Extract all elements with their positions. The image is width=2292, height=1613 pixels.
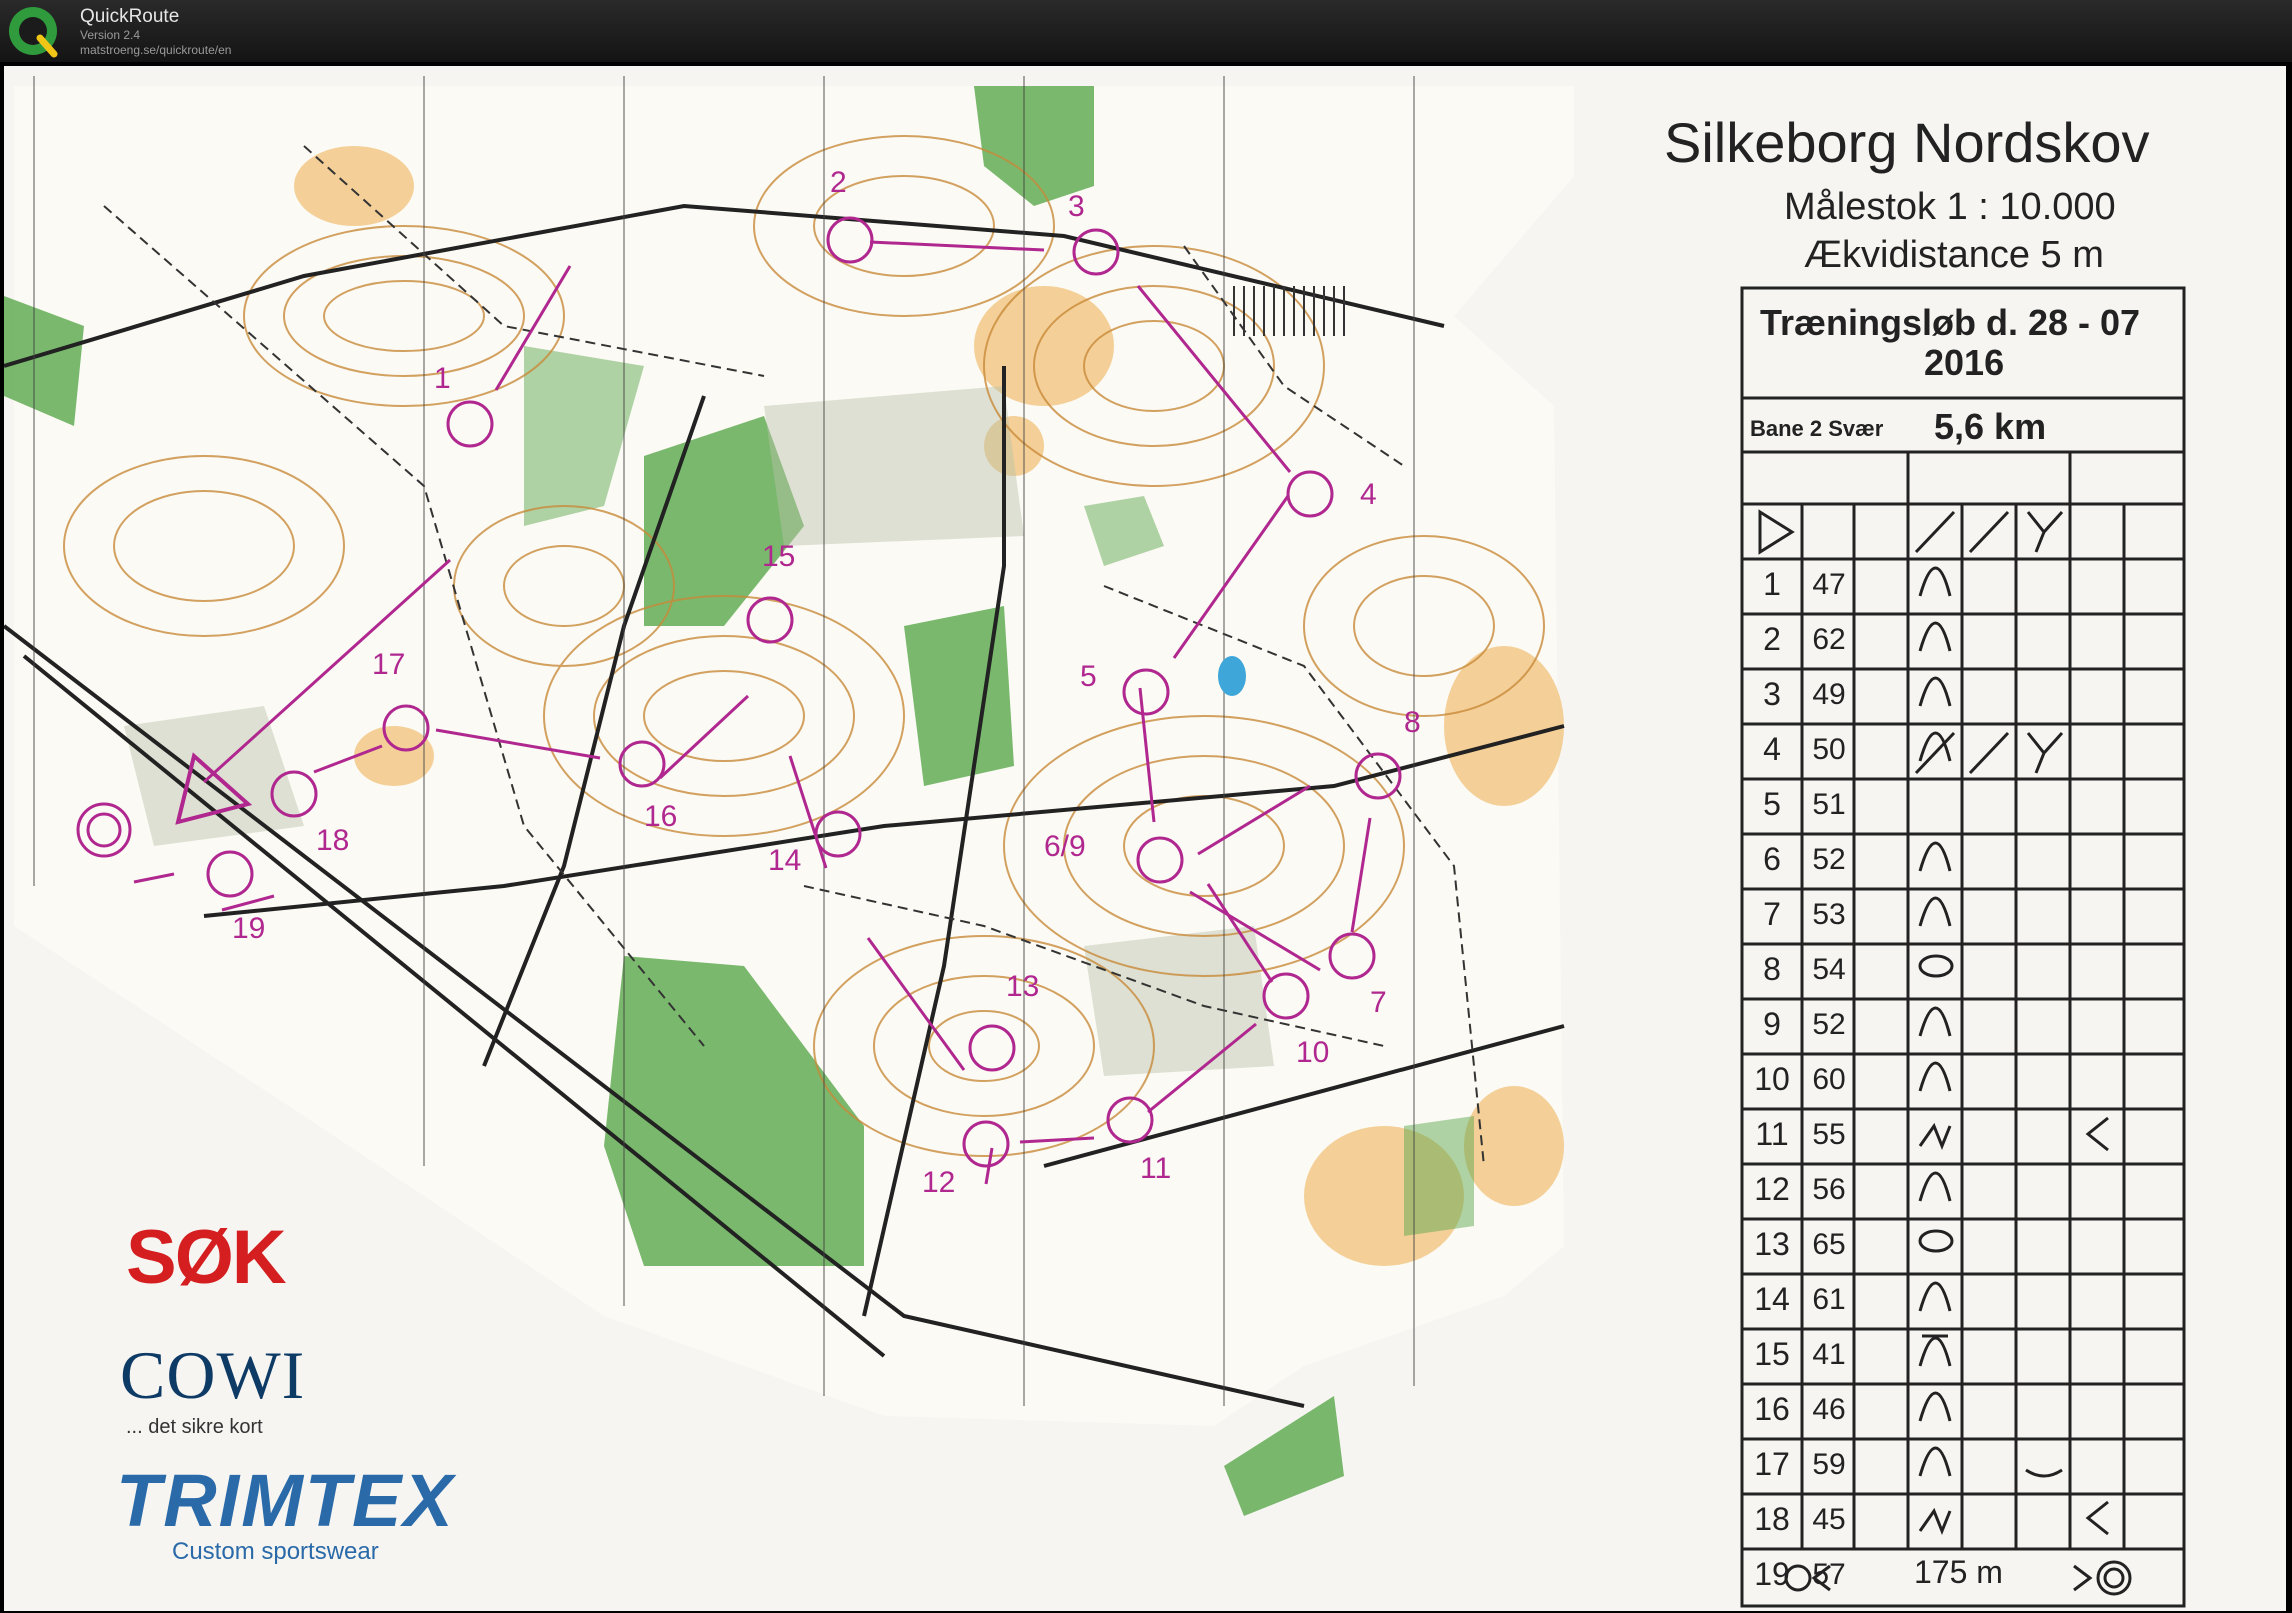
card-control-code: 51 [1812, 788, 1846, 821]
card-control-code: 57 [1812, 1558, 1846, 1591]
event-year: 2016 [1924, 342, 2005, 383]
app-url[interactable]: matstroeng.se/quickroute/en [80, 43, 231, 57]
card-control-number: 10 [1754, 1061, 1790, 1097]
card-control-number: 2 [1763, 621, 1781, 657]
trimtex-tagline: Custom sportswear [172, 1538, 379, 1565]
app-version: Version 2.4 [80, 28, 141, 42]
start-symbol-icon [1758, 509, 1795, 555]
card-control-number: 15 [1754, 1336, 1790, 1372]
control-label: 14 [768, 844, 802, 877]
sok-logo: SØK [126, 1215, 287, 1300]
card-control-code: 54 [1812, 953, 1846, 986]
card-control-number: 4 [1763, 731, 1781, 767]
card-control-number: 7 [1763, 896, 1781, 932]
card-control-number: 18 [1754, 1501, 1790, 1537]
card-control-number: 12 [1754, 1171, 1790, 1207]
course-length: 5,6 km [1934, 406, 2047, 447]
control-label: 6/9 [1044, 830, 1086, 863]
card-control-number: 1 [1763, 566, 1781, 602]
card-control-code: 52 [1812, 1008, 1846, 1041]
card-control-code: 60 [1812, 1063, 1846, 1096]
event-title: Træningsløb d. 28 - 07 [1760, 302, 2141, 343]
card-control-code: 45 [1812, 1503, 1846, 1536]
card-control-number: 13 [1754, 1226, 1790, 1262]
card-control-number: 11 [1755, 1116, 1789, 1152]
card-control-code: 47 [1812, 568, 1846, 601]
control-label: 13 [1006, 970, 1040, 1003]
card-control-code: 56 [1812, 1173, 1846, 1206]
trimtex-logo: TRIMTEX [116, 1459, 455, 1542]
control-label: 2 [830, 166, 847, 199]
card-control-code: 59 [1812, 1448, 1846, 1481]
control-label: 8 [1404, 706, 1421, 739]
control-label: 4 [1360, 478, 1377, 511]
control-label: 7 [1370, 986, 1387, 1019]
card-control-code: 53 [1812, 898, 1846, 931]
card-control-code: 65 [1812, 1228, 1846, 1261]
card-control-code: 49 [1812, 678, 1846, 711]
map-title: Silkeborg Nordskov [1664, 111, 2150, 174]
card-control-code: 41 [1812, 1338, 1846, 1371]
card-control-number: 9 [1763, 1006, 1781, 1042]
control-label: 11 [1140, 1152, 1172, 1185]
card-control-number: 14 [1754, 1281, 1790, 1317]
card-control-number: 3 [1763, 676, 1781, 712]
control-label: 12 [922, 1166, 956, 1199]
map-scale: Målestok 1 : 10.000 [1784, 186, 2116, 228]
card-control-code: 52 [1812, 843, 1846, 876]
app-name: QuickRoute [80, 6, 180, 27]
card-control-code: 46 [1812, 1393, 1846, 1426]
control-label: 5 [1080, 660, 1097, 693]
card-control-number: 8 [1763, 951, 1781, 987]
cowi-logo: COWI [120, 1337, 306, 1413]
orienteering-map: 1 2 3 4 5 6/9 7 8 10 11 12 13 14 15 16 1… [4, 66, 2286, 1611]
control-label: 10 [1296, 1036, 1330, 1069]
control-label: 3 [1068, 190, 1085, 223]
quickroute-logo-icon [9, 7, 58, 58]
pond [1218, 656, 1246, 696]
card-control-code: 62 [1812, 623, 1846, 656]
card-control-number: 16 [1754, 1391, 1790, 1427]
card-control-code: 55 [1812, 1118, 1846, 1151]
card-control-number: 19 [1754, 1556, 1790, 1592]
finish-distance: 175 m [1914, 1554, 2003, 1590]
control-label: 18 [316, 824, 350, 857]
card-control-number: 6 [1763, 841, 1781, 877]
control-label: 1 [434, 362, 451, 395]
card-control-number: 17 [1754, 1446, 1790, 1482]
control-label: 17 [372, 648, 406, 681]
control-label: 15 [762, 540, 796, 573]
control-label: 16 [644, 800, 678, 833]
control-label: 19 [232, 912, 266, 945]
title-bar: QuickRoute Version 2.4 matstroeng.se/qui… [0, 0, 2292, 62]
map-equidistance: Ækvidistance 5 m [1804, 234, 2104, 276]
card-control-code: 50 [1812, 733, 1846, 766]
card-control-code: 61 [1812, 1283, 1846, 1316]
card-control-number: 5 [1763, 786, 1781, 822]
cowi-tagline: ... det sikre kort [126, 1416, 263, 1438]
course-name: Bane 2 Svær [1750, 416, 1884, 441]
